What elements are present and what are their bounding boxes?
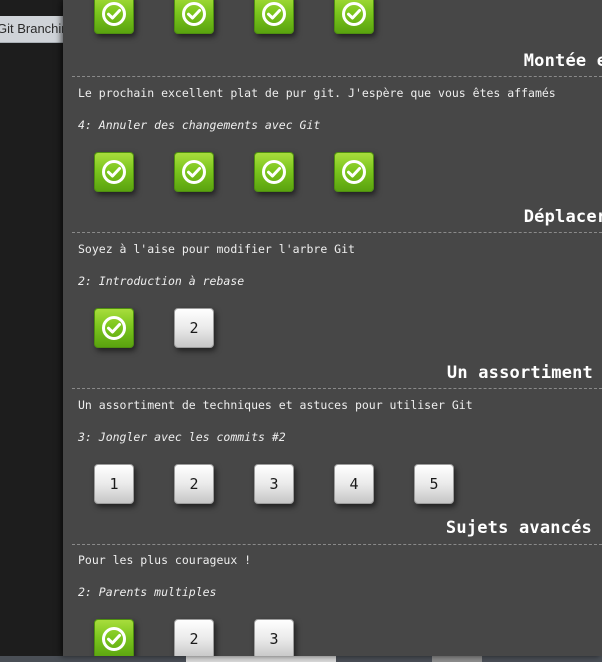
level-button[interactable]: 5	[414, 464, 454, 504]
section-description: Pour les plus courageux !	[78, 553, 252, 567]
level-button[interactable]: 2	[174, 619, 214, 656]
checkmark-icon	[342, 2, 366, 26]
section-description: Le prochain excellent plat de pur git. J…	[78, 86, 556, 100]
section-title: Montée en puissance	[523, 51, 602, 71]
background-tab-label: Git Branching	[0, 21, 63, 36]
section-description: Soyez à l'aise pour modifier l'arbre Git	[78, 242, 355, 256]
checkmark-icon	[182, 2, 206, 26]
section-title: Déplacer le travail	[523, 207, 602, 227]
checkmark-icon	[102, 2, 126, 26]
level-buttons: 1 2 3 4 5	[63, 464, 602, 508]
level-select-dialog: Montée en puissance Le prochain excellen…	[63, 0, 602, 656]
section-divider	[72, 388, 602, 389]
checkmark-icon	[262, 160, 286, 184]
background-app	[0, 0, 63, 662]
background-bottom-bar	[0, 656, 602, 662]
level-buttons	[63, 152, 602, 196]
level-button-completed[interactable]	[254, 0, 294, 34]
level-button[interactable]: 4	[334, 464, 374, 504]
current-level-label: 2: Introduction à rebase	[78, 274, 245, 288]
level-button-completed[interactable]	[254, 152, 294, 192]
background-bottom-segment	[432, 656, 482, 662]
level-button-completed[interactable]	[334, 152, 374, 192]
section-divider	[72, 544, 602, 545]
level-button-completed[interactable]	[94, 619, 134, 656]
checkmark-icon	[102, 160, 126, 184]
level-buttons: 2	[63, 308, 602, 352]
level-button-completed[interactable]	[94, 152, 134, 192]
section-description: Un assortiment de techniques et astuces …	[78, 398, 473, 412]
current-level-label: 4: Annuler des changements avec Git	[78, 118, 321, 132]
checkmark-icon	[182, 160, 206, 184]
level-button-completed[interactable]	[174, 152, 214, 192]
level-button[interactable]: 1	[94, 464, 134, 504]
background-bottom-segment	[186, 656, 336, 662]
section-title: Un assortiment	[446, 363, 593, 383]
level-buttons: 2 3	[63, 619, 602, 656]
section-title: Sujets avancés	[445, 518, 592, 538]
level-button-completed[interactable]	[94, 308, 134, 348]
checkmark-icon	[262, 2, 286, 26]
current-level-label: 3: Jongler avec les commits #2	[78, 430, 286, 444]
level-buttons	[63, 0, 602, 38]
checkmark-icon	[102, 627, 126, 651]
section-divider	[72, 76, 602, 77]
level-button-completed[interactable]	[334, 0, 374, 34]
section-divider	[72, 232, 602, 233]
current-level-label: 2: Parents multiples	[78, 585, 217, 599]
level-button-completed[interactable]	[174, 0, 214, 34]
checkmark-icon	[102, 316, 126, 340]
level-button[interactable]: 2	[174, 464, 214, 504]
level-button[interactable]: 2	[174, 308, 214, 348]
level-button[interactable]: 3	[254, 464, 294, 504]
background-tab: Git Branching	[0, 16, 63, 43]
checkmark-icon	[342, 160, 366, 184]
level-button[interactable]: 3	[254, 619, 294, 656]
level-button-completed[interactable]	[94, 0, 134, 34]
